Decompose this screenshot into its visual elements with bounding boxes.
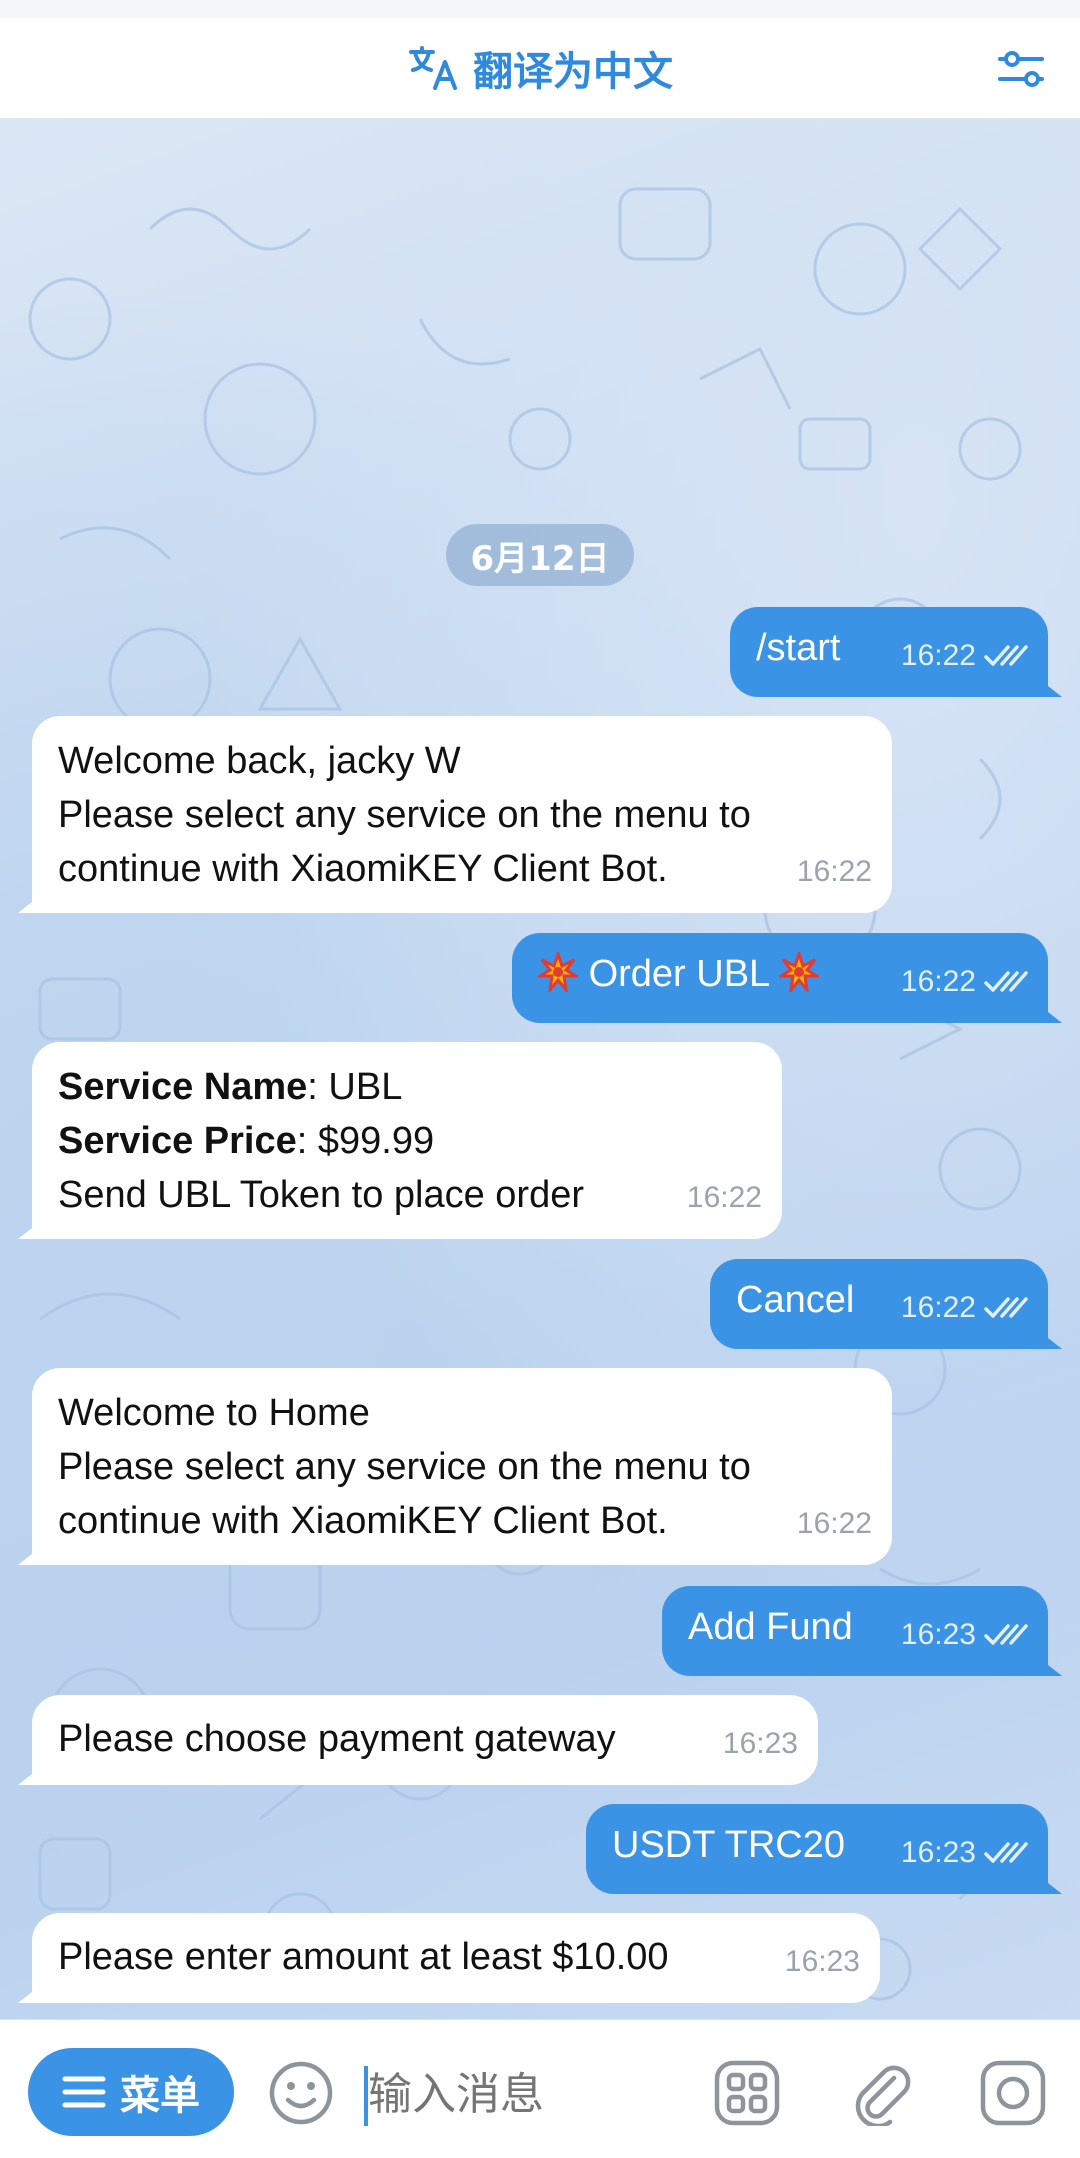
collision-emoji-icon [779, 952, 820, 992]
message-text: Order UBL [588, 953, 769, 995]
message-text: continue with XiaomiKEY Client Bot. [58, 848, 668, 890]
collision-emoji-icon [538, 952, 578, 992]
message-text: Add Fund [688, 1606, 853, 1648]
message-text: Cancel [736, 1279, 855, 1321]
chat-area[interactable]: 6月12日 /start 16:22 Welcome back, jacky W… [0, 119, 1080, 2019]
field-value: : $99.99 [296, 1120, 435, 1162]
message-text: Welcome back, jacky W [58, 740, 461, 782]
message-time: 16:22 [796, 1507, 872, 1540]
message-meta: 16:23 [901, 1608, 1028, 1662]
message-text: Please select any service on the menu to [58, 794, 751, 836]
bot-menu-button[interactable]: 菜单 [28, 2048, 234, 2136]
message-text: Please select any service on the menu to [58, 1446, 751, 1488]
message-text: /start [756, 627, 841, 669]
message-time: 16:23 [900, 1836, 976, 1869]
message-text: USDT TRC20 [612, 1824, 845, 1866]
camera-icon[interactable] [980, 2060, 1046, 2126]
service-name-row: Service Name: UBL [58, 1060, 756, 1114]
message-meta: 16:22 [901, 629, 1028, 683]
filter-sliders-icon[interactable] [996, 44, 1046, 94]
message-text: Please enter amount at least $10.00 [58, 1936, 669, 1978]
field-label: Service Price [58, 1120, 297, 1162]
message-time: 16:22 [686, 1181, 762, 1214]
message-incoming[interactable]: Welcome to Home Please select any servic… [32, 1368, 892, 1565]
translate-label[interactable]: 翻译为中文 [473, 39, 673, 97]
double-check-icon [984, 1624, 1028, 1645]
message-time: 16:22 [796, 855, 872, 888]
chat-header: 翻译为中文 [0, 18, 1080, 119]
input-bar: 菜单 [0, 2019, 1080, 2158]
message-time: 16:23 [900, 1618, 976, 1651]
double-check-icon [984, 971, 1028, 992]
message-meta: 16:23 [723, 1717, 798, 1771]
double-check-icon [984, 645, 1028, 666]
message-time: 16:22 [900, 639, 976, 672]
message-text: Please choose payment gateway [58, 1718, 616, 1760]
message-text: Send UBL Token to place order [58, 1174, 585, 1216]
field-value: : UBL [307, 1066, 403, 1108]
translate-icon [409, 46, 457, 90]
message-meta: 16:23 [785, 1935, 860, 1989]
message-incoming[interactable]: Please enter amount at least $10.00 16:2… [32, 1913, 880, 2003]
status-strip [0, 0, 1080, 20]
double-check-icon [984, 1297, 1028, 1318]
message-meta: 16:22 [797, 845, 872, 899]
message-outgoing[interactable]: Add Fund 16:23 [662, 1586, 1048, 1676]
message-meta: 16:22 [797, 1497, 872, 1551]
message-text: Welcome to Home [58, 1392, 370, 1434]
message-text: continue with XiaomiKEY Client Bot. [58, 1500, 668, 1542]
message-outgoing[interactable]: USDT TRC20 16:23 [586, 1804, 1048, 1894]
message-time: 16:22 [900, 965, 976, 998]
hamburger-icon [62, 2076, 106, 2108]
message-incoming[interactable]: Service Name: UBL Service Price: $99.99 … [32, 1042, 782, 1239]
message-outgoing[interactable]: /start 16:22 [730, 607, 1048, 697]
message-meta: 16:23 [901, 1826, 1028, 1880]
message-input[interactable] [362, 2056, 708, 2132]
menu-label: 菜单 [120, 2073, 200, 2119]
translate-bar[interactable]: 翻译为中文 [407, 39, 673, 97]
message-incoming[interactable]: Please choose payment gateway 16:23 [32, 1695, 818, 1785]
message-outgoing[interactable]: Order UBL 16:22 [512, 933, 1048, 1023]
message-time: 16:22 [900, 1291, 976, 1324]
message-meta: 16:22 [687, 1171, 762, 1225]
double-check-icon [984, 1842, 1028, 1863]
message-outgoing[interactable]: Cancel 16:22 [710, 1259, 1048, 1349]
bot-commands-icon[interactable] [714, 2060, 780, 2126]
message-time: 16:23 [722, 1727, 798, 1760]
message-meta: 16:22 [901, 955, 1028, 1009]
message-time: 16:23 [784, 1945, 860, 1978]
field-label: Service Name [58, 1066, 308, 1108]
message-text-row: Order UBL [538, 952, 820, 995]
message-meta: 16:22 [901, 1281, 1028, 1335]
message-incoming[interactable]: Welcome back, jacky W Please select any … [32, 716, 892, 913]
date-separator: 6月12日 [446, 524, 634, 586]
attach-icon[interactable] [850, 2060, 916, 2126]
service-price-row: Service Price: $99.99 [58, 1114, 756, 1168]
emoji-icon[interactable] [268, 2060, 334, 2126]
